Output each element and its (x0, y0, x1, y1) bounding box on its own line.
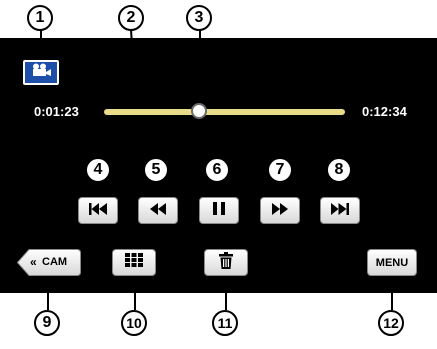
video-camera-icon (30, 63, 52, 82)
fast-forward-button[interactable] (260, 197, 300, 224)
seek-handle[interactable] (191, 103, 207, 119)
callout-7: 7 (267, 157, 293, 183)
pause-button[interactable] (199, 197, 239, 224)
video-mode-button[interactable] (23, 60, 59, 85)
callout-11: 11 (212, 310, 238, 336)
callout-5: 5 (143, 157, 169, 183)
callout-9: 9 (34, 310, 60, 336)
callout-1: 1 (27, 5, 53, 31)
skip-back-button[interactable] (78, 197, 118, 224)
rewind-icon (150, 202, 166, 220)
skip-next-icon (331, 202, 349, 220)
thumbnail-grid-icon (125, 253, 143, 272)
menu-button[interactable]: MENU (367, 249, 417, 276)
delete-button[interactable] (204, 249, 248, 276)
callout-6: 6 (204, 157, 230, 183)
total-time: 0:12:34 (362, 104, 407, 119)
seek-bar[interactable] (104, 109, 345, 115)
trash-icon (219, 251, 233, 274)
elapsed-time: 0:01:23 (34, 104, 79, 119)
skip-forward-button[interactable] (320, 197, 360, 224)
index-button[interactable] (112, 249, 156, 276)
rewind-button[interactable] (138, 197, 178, 224)
menu-label: MENU (375, 256, 409, 269)
callout-2: 2 (118, 5, 144, 31)
cam-button[interactable]: « CAM (16, 249, 81, 281)
cam-label: CAM (42, 256, 68, 268)
pause-icon (213, 201, 225, 220)
skip-previous-icon (89, 202, 107, 220)
callout-8: 8 (326, 157, 352, 183)
callout-4: 4 (85, 157, 111, 183)
double-chevron-left-icon: « (30, 255, 37, 269)
fast-forward-icon (272, 202, 288, 220)
callout-3: 3 (186, 5, 212, 31)
callout-10: 10 (121, 310, 147, 336)
callout-12: 12 (378, 310, 404, 336)
